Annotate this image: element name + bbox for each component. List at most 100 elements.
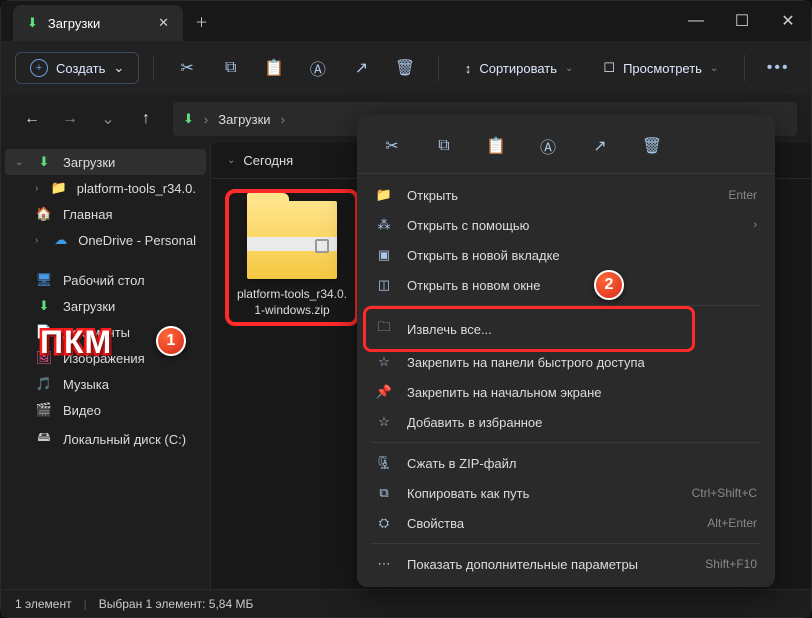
star-icon: ☆ [375, 414, 393, 430]
menu-label: Копировать как путь [407, 486, 529, 501]
context-action-bar: ✂ ⧉ 📋 Ⓐ ↗ 🗑 [357, 123, 775, 174]
view-label: Просмотреть [623, 61, 702, 76]
menu-open-tab[interactable]: ▣ Открыть в новой вкладке [357, 240, 775, 270]
zip-icon [247, 201, 337, 279]
window-controls: — ☐ ✕ [673, 1, 811, 41]
sidebar-label: Рабочий стол [63, 273, 145, 288]
copy-button[interactable]: ⧉ [427, 131, 461, 161]
status-count: 1 элемент [15, 597, 72, 611]
menu-label: Открыть в новом окне [407, 278, 540, 293]
annotation-badge-2: 2 [594, 270, 624, 300]
chevron-down-icon: ⌄ [113, 60, 124, 76]
share-button[interactable]: ↗ [343, 51, 381, 85]
menu-pin-quick[interactable]: ☆ Закрепить на панели быстрого доступа [357, 347, 775, 377]
sidebar-item-localdisk[interactable]: 🖴 Локальный диск (C:) [5, 423, 206, 455]
file-item-zip[interactable]: platform-tools_r34.0. 1-windows.zip [227, 195, 357, 324]
group-label: Сегодня [243, 153, 293, 168]
menu-label: Сжать в ZIP-файл [407, 456, 517, 471]
sidebar-item-downloads2[interactable]: ⬇ Загрузки [5, 293, 206, 319]
recent-button[interactable]: ⌄ [91, 102, 125, 136]
new-button[interactable]: + Создать ⌄ [15, 52, 139, 84]
minimize-button[interactable]: — [673, 1, 719, 41]
menu-copy-path[interactable]: ⧉ Копировать как путь Ctrl+Shift+C [357, 478, 775, 508]
sidebar-item-home[interactable]: 🏠 Главная [5, 201, 206, 227]
cut-button[interactable]: ✂ [168, 51, 206, 85]
tab-title: Загрузки [48, 16, 100, 31]
tab-downloads[interactable]: ⬇ Загрузки ✕ [13, 5, 183, 41]
shortcut: Shift+F10 [705, 557, 757, 571]
chevron-down-icon: ⌄ [227, 155, 235, 166]
toolbar: + Создать ⌄ ✂ ⧉ 📋 Ⓐ ↗ 🗑 ↕ Сортировать ⌄ … [1, 41, 811, 95]
download-icon: ⬇ [183, 111, 194, 127]
pin-icon: 📌 [375, 384, 393, 400]
menu-show-more[interactable]: ⋯ Показать дополнительные параметры Shif… [357, 549, 775, 579]
desktop-icon: 🖥 [35, 272, 53, 288]
disk-icon: 🖴 [35, 428, 53, 450]
back-button[interactable]: ← [15, 102, 49, 136]
sidebar-item-music[interactable]: 🎵 Музыка [5, 371, 206, 397]
menu-add-fav[interactable]: ☆ Добавить в избранное [357, 407, 775, 437]
rename-button[interactable]: Ⓐ [299, 51, 337, 85]
sidebar-label: Загрузки [63, 155, 115, 170]
sort-label: Сортировать [479, 61, 557, 76]
cut-button[interactable]: ✂ [375, 131, 409, 161]
status-selected: Выбран 1 элемент: 5,84 МБ [99, 597, 254, 611]
menu-extract-all[interactable]: 🗀 Извлечь все... [357, 311, 775, 347]
delete-button[interactable]: 🗑 [386, 51, 424, 85]
chevron-icon: › [35, 183, 41, 194]
menu-label: Извлечь все... [407, 322, 492, 337]
plus-icon: + [30, 59, 48, 77]
sort-button[interactable]: ↕ Сортировать ⌄ [453, 55, 586, 82]
rename-button[interactable]: Ⓐ [531, 131, 565, 161]
sidebar-item-platform-tools[interactable]: › 📁 platform-tools_r34.0. [5, 175, 206, 201]
more-button[interactable]: ••• [759, 51, 797, 85]
shortcut: Alt+Enter [707, 516, 757, 530]
video-icon: 🎬 [35, 402, 53, 418]
menu-label: Показать дополнительные параметры [407, 557, 638, 572]
paste-button[interactable]: 📋 [479, 131, 513, 161]
tab-icon: ▣ [375, 247, 393, 263]
menu-open-with[interactable]: ⁂ Открыть с помощью › [357, 210, 775, 240]
forward-button[interactable]: → [53, 102, 87, 136]
sidebar-item-desktop[interactable]: 🖥 Рабочий стол [5, 267, 206, 293]
path-icon: ⧉ [375, 485, 393, 501]
sidebar-item-onedrive[interactable]: › ☁ OneDrive - Personal [5, 227, 206, 253]
download-icon: ⬇ [35, 154, 53, 170]
menu-label: Добавить в избранное [407, 415, 542, 430]
sidebar-label: Главная [63, 207, 112, 222]
delete-button[interactable]: 🗑 [635, 131, 669, 161]
sort-icon: ↕ [465, 61, 472, 76]
new-tab-button[interactable]: ＋ [195, 12, 208, 31]
tab-close-button[interactable]: ✕ [158, 15, 169, 31]
sidebar-label: OneDrive - Personal [78, 233, 196, 248]
annotation-badge-1: 1 [156, 326, 186, 356]
menu-compress[interactable]: 🗜 Сжать в ZIP-файл [357, 448, 775, 478]
menu-label: Открыть [407, 188, 458, 203]
sidebar-item-downloads[interactable]: ⌄ ⬇ Загрузки [5, 149, 206, 175]
sidebar-item-videos[interactable]: 🎬 Видео [5, 397, 206, 423]
window-icon: ◫ [375, 277, 393, 293]
separator: › [204, 112, 208, 127]
menu-label: Открыть в новой вкладке [407, 248, 560, 263]
sidebar-label: Видео [63, 403, 101, 418]
close-button[interactable]: ✕ [765, 1, 811, 41]
menu-pin-start[interactable]: 📌 Закрепить на начальном экране [357, 377, 775, 407]
download-icon: ⬇ [27, 15, 38, 31]
properties-icon: ⛭ [375, 515, 393, 531]
open-with-icon: ⁂ [375, 217, 393, 233]
view-button[interactable]: ☐ Просмотреть ⌄ [591, 54, 730, 82]
menu-label: Свойства [407, 516, 464, 531]
menu-properties[interactable]: ⛭ Свойства Alt+Enter [357, 508, 775, 538]
maximize-button[interactable]: ☐ [719, 1, 765, 41]
menu-label: Закрепить на панели быстрого доступа [407, 355, 645, 370]
titlebar: ⬇ Загрузки ✕ ＋ — ☐ ✕ [1, 1, 811, 41]
up-button[interactable]: ↑ [129, 102, 163, 136]
menu-open-window[interactable]: ◫ Открыть в новом окне [357, 270, 775, 300]
sidebar: ⌄ ⬇ Загрузки › 📁 platform-tools_r34.0. 🏠… [1, 143, 211, 589]
menu-open[interactable]: 📁 Открыть Enter [357, 180, 775, 210]
menu-label: Открыть с помощью [407, 218, 529, 233]
share-button[interactable]: ↗ [583, 131, 617, 161]
paste-button[interactable]: 📋 [255, 51, 293, 85]
copy-button[interactable]: ⧉ [212, 51, 250, 85]
chevron-icon: › [35, 235, 43, 246]
